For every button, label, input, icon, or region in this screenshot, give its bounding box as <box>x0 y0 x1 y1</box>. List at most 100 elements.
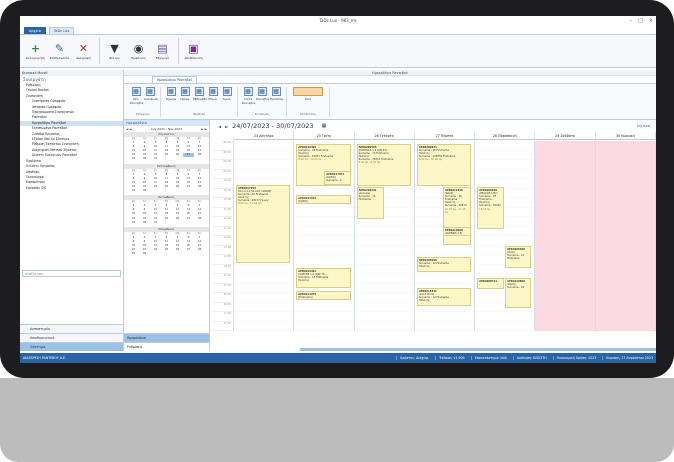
ribbon-group-buttons: Όλα <box>290 87 326 101</box>
day-cell[interactable]: 31 <box>150 221 161 225</box>
tab-calendar[interactable]: Ημερολόγιο Ραντεβού <box>152 76 198 83</box>
day-column[interactable] <box>595 141 656 331</box>
next-icon[interactable]: ► ► <box>201 126 207 132</box>
prev-week-icon[interactable]: ◄ <box>218 124 221 129</box>
appointment-card[interactable]: ΑΡΚ0209593 (COROLLA 1.6 (ΟΝ 93/... Surname… <box>356 144 411 186</box>
day-cell[interactable]: 28 <box>194 153 205 157</box>
day-cell[interactable]: 30 <box>139 221 150 225</box>
minimize-icon[interactable]: – <box>630 16 633 26</box>
day-cell[interactable]: 28 <box>194 248 205 252</box>
sidebar-bottom-button[interactable]: Σύστημα <box>20 342 123 351</box>
tab-main[interactable]: TaDc Lux <box>48 27 75 34</box>
day-cell[interactable]: 30 <box>139 189 150 193</box>
ribbon-button-label: Αποθήκευση <box>184 56 203 60</box>
calendar-action-icon: ▦ <box>166 87 176 96</box>
binoculars-button[interactable]: ◉ Εμφάνιση <box>127 42 150 61</box>
appointment-card[interactable]: ΑΡΚ0209823 Surname - 16 Firstname Πελάτης S… <box>416 144 472 186</box>
ribbon-group-label: Κατάσταση <box>299 112 317 116</box>
day-cell[interactable]: 27 <box>183 248 194 252</box>
day-cell[interactable]: 31 <box>150 157 161 161</box>
mini-calendar-footer-button[interactable]: Ρυθμίσεις <box>124 342 209 351</box>
appointment-card[interactable]: ΑΡΚ0217653 ΠΑΥ-4 2.0 50 ΑΟΤ 1080/ΒΓ Surnam… <box>236 185 291 263</box>
filter-button[interactable]: ▼ Φίλτρο <box>103 42 126 61</box>
day-column[interactable]: ΑΡΚ0209593 (COROLLA 1.6 (ΟΝ 93/... Surname… <box>354 141 415 331</box>
appointment-card[interactable]: ΑΡΚ0213000 (ΑVENSIS 1.6) <box>442 227 472 236</box>
export-button[interactable]: ▤ Εξαγωγή <box>151 42 174 61</box>
calendar-ribbon-button[interactable]: ▦ Μήνας <box>207 87 219 101</box>
day-cell[interactable]: 29 <box>128 189 139 193</box>
calendar-ribbon-button[interactable]: ▦ Ραντεβού <box>256 87 270 105</box>
time-slot-label: 12:00 <box>212 217 233 227</box>
sidebar-bottom-buttons: Ασπιστηρίο Αποθηκευτικό Σύστημα <box>20 324 123 351</box>
sidebar-bottom-button[interactable]: Ασπιστηρίο <box>20 324 123 333</box>
tab-file[interactable]: Αρχείο <box>24 27 46 34</box>
day-cell[interactable]: 30 <box>139 157 150 161</box>
day-cell[interactable]: 26 <box>172 248 183 252</box>
status-field: Οικονομική Χρήση: 2023 <box>552 356 596 360</box>
calendar-ribbon-button[interactable]: ▦ Εβδομάδα <box>193 87 207 101</box>
day-cell[interactable]: 29 <box>128 252 139 256</box>
ribbon-separator <box>99 38 100 64</box>
calendar-icon[interactable]: ▦ <box>322 123 327 129</box>
calendar-ribbon-button-label: Ραντεβού <box>256 97 270 101</box>
calendar-ribbon-button[interactable]: ▦ Προεπισκ. <box>270 87 284 105</box>
appointment-card[interactable]: ΑΡΚ0205958 Surname - 12 Firstname Πελάτης <box>416 257 472 272</box>
calendar-ribbon-button[interactable]: ▦ Ημέρα <box>179 87 191 101</box>
appointment-card[interactable]: ΑΡΚ0208711- <box>477 278 505 289</box>
save-button[interactable]: ▣ Αποθήκευση <box>182 42 205 61</box>
day-cell[interactable]: 28 <box>194 217 205 221</box>
calendar-ribbon-button[interactable]: ▦ Σήμερα <box>165 87 177 101</box>
day-cell[interactable]: 27 <box>183 185 194 189</box>
day-column[interactable]: ΑΡΚ0209109 (PROACE CITY) Surname - 18 First… <box>475 141 536 331</box>
search-input[interactable]: Αναζήτηση... <box>22 270 121 277</box>
plus-button[interactable]: + Καταχώρηση <box>24 42 47 61</box>
appointment-line: Surname - 2 <box>326 179 342 183</box>
day-cell[interactable]: 25 <box>161 185 172 189</box>
prev-icon[interactable]: ◄ ◄ <box>126 126 132 132</box>
calendar-ribbon-button[interactable]: ▦ Ανανέωση <box>144 87 158 105</box>
appointment-card[interactable]: ΑΡΚ0215341 (Land Cruis) Surname - 12 First… <box>416 288 472 306</box>
day-cell[interactable]: 26 <box>172 153 183 157</box>
appointment-card[interactable]: ΑΡΚ0211918 (RAV4) Surname - 15 Firstname Πελ… <box>442 187 472 245</box>
pencil-icon: ✎ <box>54 41 65 55</box>
appointment-card[interactable]: ΑΡΚ0209109 (PROACE CITY) Surname - 18 First… <box>477 187 505 229</box>
day-cell[interactable]: 25 <box>161 217 172 221</box>
delete-button[interactable]: ✕ Διαγραφή <box>72 42 95 61</box>
mini-calendar-footer-button[interactable]: Ημερολόγιο <box>124 333 209 342</box>
appointment-card[interactable]: ΑΡΚ0219806 (RAV4) Surname - 18 <box>505 278 532 308</box>
today-link[interactable]: Σήμερα <box>637 124 650 128</box>
day-cell[interactable]: 25 <box>161 153 172 157</box>
day-cell[interactable]: 26 <box>172 185 183 189</box>
appointment-card[interactable]: ΑΡΚ0217972 (ΚΑΡΙΟ) <box>296 195 351 204</box>
day-cell[interactable]: 27 <box>183 217 194 221</box>
day-cell[interactable]: 29 <box>128 221 139 225</box>
day-cell[interactable]: 24 <box>150 185 161 189</box>
appointment-card[interactable]: ΑΡΚ0206460 (Yaris) Surname - 12 Firstname <box>505 246 532 268</box>
calendar-ribbon-button[interactable]: ▦ Λίστα Ραντεβού <box>242 87 255 105</box>
calendar-ribbon-button[interactable]: Όλα <box>291 87 325 101</box>
day-cell[interactable]: 27 <box>183 153 194 158</box>
month-grid: Δε Τρ Τε Πε Πα Σα Κυ 1 2 3 4 5 6 7 8 9 10 11 12 13 14 15 16 17 1… <box>124 232 209 257</box>
day-column[interactable]: ΑΡΚ0216494 Surname - 16 Firstname Πελάτης S… <box>294 141 355 331</box>
pencil-button[interactable]: ✎ Επεξεργασία <box>48 41 71 61</box>
calendar-ribbon-button[interactable]: ▦ Τιμολ. <box>221 87 233 101</box>
day-cell[interactable]: 24 <box>150 248 161 252</box>
appointment-card[interactable]: ΑΡΚ0220231 (Avensis) Surname - 15 Firstname <box>356 187 384 219</box>
day-cell[interactable]: 28 <box>194 185 205 189</box>
close-icon[interactable]: × <box>649 16 653 26</box>
appointment-card[interactable]: ΑΡΚ0211973 (Firstname) <box>296 291 351 300</box>
day-cell[interactable]: 29 <box>128 157 139 161</box>
next-week-icon[interactable]: ► <box>225 124 228 129</box>
day-cell[interactable]: 26 <box>172 217 183 221</box>
sidebar-item[interactable]: Εργασίες ΙΣΚ <box>20 186 123 191</box>
sidebar-bottom-button[interactable]: Αποθηκευτικό <box>20 333 123 342</box>
day-column[interactable] <box>535 141 596 331</box>
day-cell[interactable]: 30 <box>139 252 150 256</box>
appointment-card[interactable]: ΑΡΚ0212442 (ΑΛΕΣΗΣ 1.6 (ΙΟΝ 70... Surname … <box>296 268 351 288</box>
calendar-ribbon-button[interactable]: ▦ Νέο Ραντεβού <box>130 87 143 105</box>
day-column[interactable]: ΑΡΚ0217653 ΠΑΥ-4 2.0 50 ΑΟΤ 1080/ΒΓ Surnam… <box>234 141 295 331</box>
appointment-card[interactable]: ΑΡΚ0217972 (ΚΑΡΙΟ) Surname - 2 <box>324 171 351 185</box>
day-cell[interactable]: 25 <box>161 248 172 252</box>
day-column[interactable]: ΑΡΚ0211918 (RAV4) Surname - 15 Firstname Πελ… <box>414 141 476 331</box>
maximize-icon[interactable]: □ <box>638 16 643 26</box>
